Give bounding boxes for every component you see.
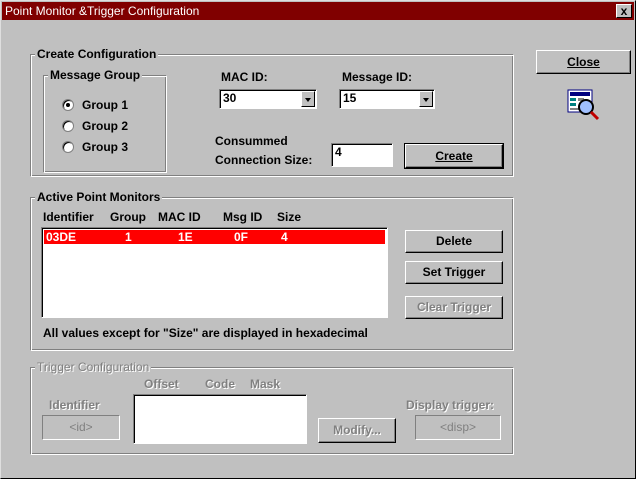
message-id-label: Message ID: (342, 70, 413, 84)
close-button[interactable]: Close (536, 50, 631, 74)
window-close-icon[interactable]: x (616, 4, 632, 18)
cell-msg-id: 0F (234, 230, 249, 244)
create-configuration-legend: Create Configuration (35, 47, 159, 61)
conn-size-label-line2: Connection Size: (215, 153, 313, 167)
conn-size-label-line1: Consummed (215, 134, 288, 148)
mac-id-dropdown[interactable]: 30 (219, 89, 317, 109)
mac-id-label: MAC ID: (221, 70, 268, 84)
radio-label-group-3: Group 3 (82, 140, 129, 154)
create-button-label: Create (435, 149, 473, 163)
display-trigger-field[interactable]: <disp> (415, 415, 501, 440)
identifier-label: Identifier (49, 398, 100, 412)
col-header-identifier: Identifier (43, 210, 94, 224)
col-header-code: Code (205, 377, 235, 391)
create-configuration-group: Create Configuration Message Group Group… (30, 47, 514, 177)
radio-button[interactable] (62, 120, 74, 132)
chevron-down-icon[interactable] (301, 91, 315, 107)
radio-group-3[interactable]: Group 3 (62, 139, 128, 155)
col-header-size: Size (277, 210, 302, 224)
active-point-monitors-group: Active Point Monitors Identifier Group M… (30, 190, 514, 351)
trigger-list[interactable] (133, 394, 307, 444)
col-header-mac-id: MAC ID (158, 210, 201, 224)
col-header-offset: Offset (144, 377, 179, 391)
hexadecimal-note: All values except for "Size" are display… (43, 326, 368, 340)
dialog-window: Point Monitor &Trigger Configuration x C… (0, 0, 636, 479)
title-bar: Point Monitor &Trigger Configuration x (2, 2, 634, 20)
window-title: Point Monitor &Trigger Configuration (5, 4, 200, 18)
cell-group: 1 (125, 230, 132, 244)
message-id-dropdown[interactable]: 15 (339, 89, 435, 109)
col-header-mask: Mask (250, 377, 281, 391)
message-group-legend: Message Group (48, 68, 143, 82)
set-trigger-button[interactable]: Set Trigger (405, 261, 503, 284)
active-point-monitors-legend: Active Point Monitors (35, 190, 163, 204)
list-item[interactable]: 03DE 1 1E 0F 4 (44, 230, 385, 244)
message-group-box: Message Group Group 1 Group 2 Group 3 (43, 68, 167, 173)
message-id-value: 15 (343, 91, 357, 105)
mac-id-value: 30 (223, 91, 237, 105)
cell-size: 4 (281, 230, 288, 244)
delete-button[interactable]: Delete (405, 230, 503, 253)
chevron-down-icon[interactable] (419, 91, 433, 107)
point-monitor-list[interactable]: 03DE 1 1E 0F 4 (41, 227, 388, 318)
modify-button-label: Modify... (333, 423, 381, 437)
col-header-group: Group (110, 210, 146, 224)
cell-mac-id: 1E (178, 230, 193, 244)
create-button[interactable]: Create (404, 143, 504, 169)
set-trigger-button-label: Set Trigger (422, 265, 486, 279)
clear-trigger-button-label: Clear Trigger (416, 300, 492, 314)
clear-trigger-button[interactable]: Clear Trigger (405, 296, 503, 319)
radio-group-1[interactable]: Group 1 (62, 97, 128, 113)
cell-identifier: 03DE (46, 230, 77, 244)
trigger-configuration-group: Trigger Configuration Offset Code Mask I… (30, 360, 514, 455)
radio-label-group-2: Group 2 (82, 119, 129, 133)
display-trigger-label: Display trigger: (406, 398, 495, 412)
trigger-configuration-legend: Trigger Configuration (35, 360, 152, 374)
radio-button-selected[interactable] (62, 99, 74, 111)
modify-button[interactable]: Modify... (318, 418, 396, 443)
close-button-label: Close (567, 55, 600, 69)
radio-button[interactable] (62, 141, 74, 153)
radio-label-group-1: Group 1 (82, 98, 129, 112)
radio-group-2[interactable]: Group 2 (62, 118, 128, 134)
conn-size-input[interactable]: 4 (331, 143, 393, 167)
identifier-field[interactable]: <id> (42, 415, 120, 440)
delete-button-label: Delete (435, 234, 473, 248)
col-header-msg-id: Msg ID (223, 210, 263, 224)
monitor-magnifier-icon (566, 87, 602, 123)
